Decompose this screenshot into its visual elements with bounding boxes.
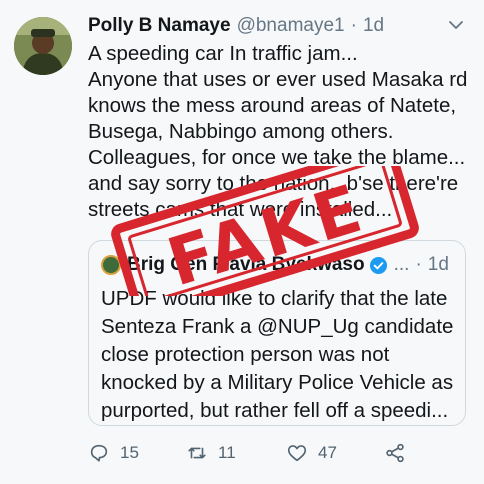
like-icon [287, 445, 307, 462]
tweet-line: streets cams that were installed... [88, 198, 393, 221]
tweet-line: Colleagues, for once we take the blame..… [88, 146, 466, 169]
like-count: 47 [318, 443, 337, 462]
quoted-line: close protection person was not [101, 343, 390, 366]
author-handle[interactable]: @bnamaye1 [237, 15, 345, 37]
author-avatar[interactable] [14, 17, 72, 75]
quoted-line: UPDF would like to clarify that the late [101, 287, 448, 310]
author-name[interactable]: Polly B Namaye [88, 15, 231, 37]
tweet-line: Busega, Nabbingo among others. [88, 120, 394, 143]
quoted-line: knocked by a Military Police Vehicle as [101, 371, 454, 394]
retweet-button[interactable]: 11 [186, 442, 236, 464]
verified-badge-icon [369, 256, 387, 274]
quoted-time[interactable]: 1d [428, 254, 449, 276]
reply-icon [90, 444, 108, 462]
share-icon [386, 443, 404, 463]
retweet-icon [188, 447, 206, 459]
quoted-tweet-header: Brig Gen Flavia Byekwaso ... · 1d [101, 253, 457, 277]
tweet-time[interactable]: 1d [363, 15, 384, 37]
tweet-line: knows the mess around areas of Natete, [88, 94, 457, 117]
header-separator: · [350, 15, 357, 36]
retweet-count: 11 [218, 443, 236, 462]
quoted-tweet[interactable]: Brig Gen Flavia Byekwaso ... · 1d UPDF w… [88, 240, 466, 426]
quoted-separator: · [415, 254, 422, 275]
reply-count: 15 [120, 443, 139, 462]
chevron-down-icon[interactable] [446, 15, 466, 35]
quoted-tweet-text: UPDF would like to clarify that the late… [101, 285, 461, 425]
reply-button[interactable]: 15 [88, 442, 139, 464]
quoted-line: purported, but rather fell off a speedi.… [101, 399, 449, 422]
quoted-line: Senteza Frank a @NUP_Ug candidate [101, 315, 454, 338]
share-button[interactable] [384, 442, 416, 464]
tweet-actions: 15 11 47 [88, 442, 428, 468]
tweet-header: Polly B Namaye @bnamaye1 · 1d [88, 13, 474, 39]
tweet-text: A speeding car In traffic jam... Anyone … [88, 41, 480, 223]
quoted-handle-truncated: ... [393, 254, 410, 275]
tweet-line: Anyone that uses or ever used Masaka rd [88, 68, 468, 91]
like-button[interactable]: 47 [286, 442, 337, 464]
tweet-line: and say sorry to the nation.. b'se there… [88, 172, 459, 195]
quoted-author-avatar [101, 255, 121, 275]
tweet-line: A speeding car In traffic jam... [88, 42, 358, 65]
avatar-image [14, 17, 72, 75]
quoted-author-name[interactable]: Brig Gen Flavia Byekwaso [127, 254, 365, 276]
